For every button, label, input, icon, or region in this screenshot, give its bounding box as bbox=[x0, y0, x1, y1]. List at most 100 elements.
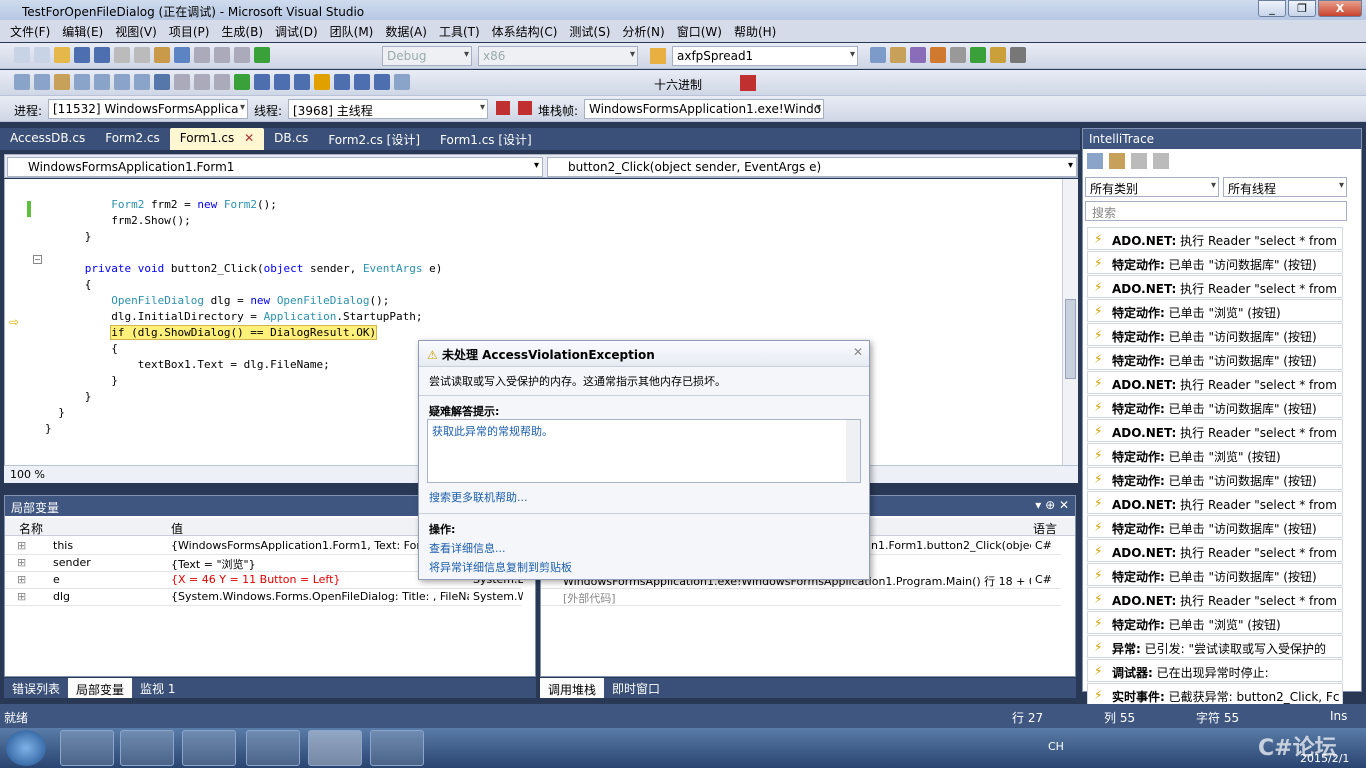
menu-test[interactable]: 测试(S) bbox=[563, 23, 616, 40]
redo-icon[interactable] bbox=[194, 47, 210, 63]
quick-info-icon[interactable] bbox=[14, 74, 30, 90]
intellitrace-event[interactable]: ⚡ 特定动作: 已单击 "访问数据库" (按钮) bbox=[1087, 251, 1343, 274]
menu-view[interactable]: 视图(V) bbox=[109, 23, 163, 40]
next-bookmark-icon[interactable] bbox=[194, 74, 210, 90]
solution-platform-select[interactable]: x86 bbox=[478, 46, 638, 66]
list-view-icon[interactable] bbox=[1087, 153, 1103, 169]
comment-icon[interactable] bbox=[114, 74, 130, 90]
menu-team[interactable]: 团队(M) bbox=[324, 23, 380, 40]
expand-icon[interactable]: ⊞ bbox=[17, 573, 26, 586]
undo-icon[interactable] bbox=[174, 47, 190, 63]
solution-explorer-icon[interactable] bbox=[870, 47, 886, 63]
copy-icon[interactable] bbox=[134, 47, 150, 63]
member-select[interactable]: button2_Click(object sender, EventArgs e… bbox=[547, 157, 1077, 177]
tab-error-list[interactable]: 错误列表 bbox=[4, 680, 68, 697]
editor-scrollbar[interactable] bbox=[1062, 179, 1078, 465]
start-button[interactable] bbox=[6, 730, 46, 766]
menu-help[interactable]: 帮助(H) bbox=[728, 23, 782, 40]
type-select[interactable]: WindowsFormsApplication1.Form1 bbox=[7, 157, 543, 177]
filter-icon[interactable] bbox=[518, 101, 532, 115]
media-taskbar-button[interactable] bbox=[182, 730, 236, 766]
find-icon[interactable] bbox=[650, 48, 666, 64]
minimize-button[interactable]: _ bbox=[1258, 0, 1286, 17]
save-all-icon[interactable] bbox=[94, 47, 110, 63]
expand-icon[interactable]: ⊞ bbox=[17, 556, 26, 569]
add-item-icon[interactable] bbox=[34, 47, 50, 63]
col-language[interactable]: 语言 bbox=[1033, 520, 1057, 537]
scroll-thumb[interactable] bbox=[1065, 299, 1076, 379]
intellitrace-event[interactable]: ⚡ ADO.NET: 执行 Reader "select * from bbox=[1087, 419, 1343, 442]
start-debug-icon[interactable] bbox=[254, 47, 270, 63]
command-window-icon[interactable] bbox=[990, 47, 1006, 63]
break-all-icon[interactable] bbox=[254, 74, 270, 90]
col-value[interactable]: 值 bbox=[171, 520, 183, 537]
menu-data[interactable]: 数据(A) bbox=[379, 23, 433, 40]
find-combo[interactable]: axfpSpread1 bbox=[672, 46, 858, 66]
step-over-icon[interactable] bbox=[354, 74, 370, 90]
col-name[interactable]: 名称 bbox=[19, 520, 43, 537]
menu-tools[interactable]: 工具(T) bbox=[433, 23, 486, 40]
step-out-icon[interactable] bbox=[374, 74, 390, 90]
tab-db-cs[interactable]: DB.cs bbox=[264, 128, 318, 150]
category-filter[interactable]: 所有类别 bbox=[1085, 177, 1219, 197]
paste-icon[interactable] bbox=[154, 47, 170, 63]
intellitrace-event[interactable]: ⚡ 特定动作: 已单击 "浏览" (按钮) bbox=[1087, 443, 1343, 466]
intellitrace-event[interactable]: ⚡ ADO.NET: 执行 Reader "select * from bbox=[1087, 227, 1343, 250]
office-taskbar-button[interactable] bbox=[370, 730, 424, 766]
open-file-icon[interactable] bbox=[54, 47, 70, 63]
continue-icon[interactable] bbox=[234, 74, 250, 90]
flag-icon[interactable] bbox=[496, 101, 510, 115]
table-row[interactable]: [外部代码] bbox=[541, 589, 1061, 606]
expand-icon[interactable]: ⊞ bbox=[17, 539, 26, 552]
bookmark-icon[interactable] bbox=[154, 74, 170, 90]
menu-edit[interactable]: 编辑(E) bbox=[56, 23, 109, 40]
zoom-level[interactable]: 100 % bbox=[10, 468, 45, 481]
tips-scrollbar[interactable] bbox=[846, 420, 860, 482]
intellitrace-event[interactable]: ⚡ 特定动作: 已单击 "访问数据库" (按钮) bbox=[1087, 323, 1343, 346]
solution-config-select[interactable]: Debug bbox=[382, 46, 472, 66]
general-help-link[interactable]: 获取此异常的常规帮助。 bbox=[432, 423, 553, 439]
call-view-icon[interactable] bbox=[1109, 153, 1125, 169]
visual-studio-taskbar-button[interactable] bbox=[308, 730, 362, 766]
process-select[interactable]: [11532] WindowsFormsApplica bbox=[48, 99, 248, 119]
menu-build[interactable]: 生成(B) bbox=[215, 23, 269, 40]
tab-form2-design[interactable]: Form2.cs [设计] bbox=[318, 128, 430, 150]
more-icon[interactable] bbox=[1010, 47, 1026, 63]
view-detail-link[interactable]: 查看详细信息... bbox=[429, 540, 506, 556]
intellitrace-event[interactable]: ⚡ 异常: 已引发: "尝试读取或写入受保护的 bbox=[1087, 635, 1343, 658]
tab-close-icon[interactable]: ✕ bbox=[244, 131, 254, 145]
uncomment-icon[interactable] bbox=[134, 74, 150, 90]
thread-filter[interactable]: 所有线程 bbox=[1223, 177, 1347, 197]
complete-word-icon[interactable] bbox=[54, 74, 70, 90]
breakpoints-icon[interactable] bbox=[740, 75, 756, 91]
tray-date[interactable]: 2015/2/1 bbox=[1300, 752, 1349, 765]
intellitrace-event[interactable]: ⚡ 特定动作: 已单击 "访问数据库" (按钮) bbox=[1087, 515, 1343, 538]
indent-icon[interactable] bbox=[94, 74, 110, 90]
menu-window[interactable]: 窗口(W) bbox=[671, 23, 728, 40]
menu-file[interactable]: 文件(F) bbox=[4, 23, 56, 40]
outdent-icon[interactable] bbox=[74, 74, 90, 90]
menu-project[interactable]: 项目(P) bbox=[163, 23, 216, 40]
intellitrace-event[interactable]: ⚡ ADO.NET: 执行 Reader "select * from bbox=[1087, 491, 1343, 514]
collapse-icon[interactable]: − bbox=[33, 255, 42, 264]
app-taskbar-button[interactable] bbox=[246, 730, 300, 766]
restart-icon[interactable] bbox=[294, 74, 310, 90]
close-icon[interactable]: ✕ bbox=[853, 345, 863, 359]
more-help-link[interactable]: 搜索更多联机帮助... bbox=[429, 489, 528, 505]
stack-frame-select[interactable]: WindowsFormsApplication1.exe!Windo bbox=[584, 99, 824, 119]
intellitrace-event[interactable]: ⚡ 特定动作: 已单击 "浏览" (按钮) bbox=[1087, 611, 1343, 634]
tab-immediate[interactable]: 即时窗口 bbox=[604, 680, 668, 697]
search-input[interactable]: 搜索 bbox=[1085, 201, 1347, 221]
language-indicator[interactable]: CH bbox=[1048, 740, 1064, 753]
properties-icon[interactable] bbox=[890, 47, 906, 63]
tab-accessdb-cs[interactable]: AccessDB.cs bbox=[0, 128, 95, 150]
show-next-statement-icon[interactable] bbox=[314, 74, 330, 90]
menu-debug[interactable]: 调试(D) bbox=[269, 23, 324, 40]
intellitrace-event[interactable]: ⚡ 特定动作: 已单击 "访问数据库" (按钮) bbox=[1087, 563, 1343, 586]
new-project-icon[interactable] bbox=[14, 47, 30, 63]
intellitrace-event[interactable]: ⚡ 调试器: 已在出现异常时停止: bbox=[1087, 659, 1343, 682]
navigate-forward-icon[interactable] bbox=[234, 47, 250, 63]
intellitrace-event[interactable]: ⚡ 实时事件: 已截获异常: button2_Click, Fc bbox=[1087, 683, 1343, 706]
tab-locals[interactable]: 局部变量 bbox=[68, 678, 133, 698]
object-browser-icon[interactable] bbox=[910, 47, 926, 63]
